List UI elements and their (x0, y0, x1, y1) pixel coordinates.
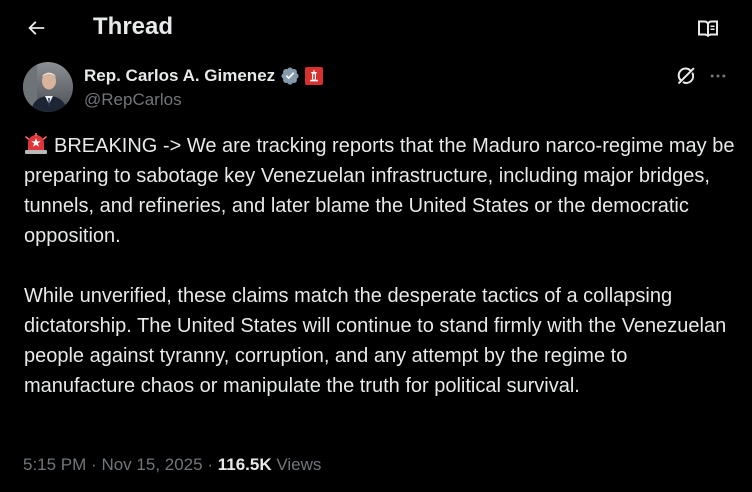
tweet-text: BREAKING -> We are tracking reports that… (24, 131, 739, 401)
author-name: Rep. Carlos A. Gimenez (84, 66, 276, 85)
police-siren-icon (25, 133, 47, 154)
open-book-icon (698, 20, 718, 37)
reader-mode-button[interactable] (694, 14, 722, 42)
back-arrow-icon (28, 21, 45, 35)
grok-button[interactable] (674, 64, 698, 88)
tweet-paragraph: BREAKING -> We are tracking reports that… (24, 131, 739, 251)
avatar[interactable] (23, 62, 73, 112)
views-count: 116.5K (217, 455, 272, 474)
tweet-author: Rep. Carlos A. Gimenez @RepCarlos (23, 62, 733, 114)
avatar-image (23, 62, 73, 112)
more-horizontal-icon (710, 74, 726, 78)
verified-badge-icon (281, 67, 299, 85)
top-bar: Thread (0, 0, 752, 54)
tweet-paragraph: While unverified, these claims match the… (24, 285, 727, 397)
views-label: Views (276, 455, 322, 474)
author-handle[interactable]: @RepCarlos (84, 90, 182, 110)
meta-separator: · (91, 455, 97, 474)
tweet-metadata: 5:15 PM · Nov 15, 2025 · 116.5K Views (23, 453, 321, 477)
tweet-time[interactable]: 5:15 PM (23, 455, 86, 474)
more-options-button[interactable] (706, 64, 730, 88)
author-name-row[interactable]: Rep. Carlos A. Gimenez (84, 64, 324, 88)
tweet-date[interactable]: Nov 15, 2025 (101, 455, 202, 474)
back-button[interactable] (22, 14, 50, 42)
meta-separator: · (207, 455, 213, 474)
tweet-paragraph-text: BREAKING -> We are tracking reports that… (24, 135, 735, 247)
grok-icon (677, 67, 695, 84)
page-title: Thread (93, 13, 174, 40)
affiliation-badge-icon (305, 67, 324, 85)
